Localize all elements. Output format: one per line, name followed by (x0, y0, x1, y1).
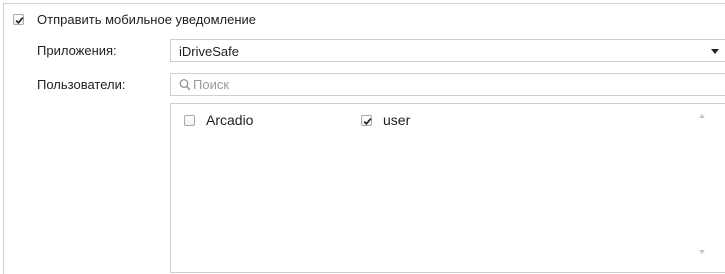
checkmark-icon (15, 17, 24, 24)
applications-dropdown[interactable]: iDriveSafe (170, 39, 725, 62)
users-search-box[interactable] (170, 73, 725, 96)
applications-label: Приложения: (37, 43, 117, 58)
users-list[interactable]: Arcadio user (170, 103, 725, 273)
users-label: Пользователи: (37, 77, 126, 92)
chevron-down-icon[interactable] (711, 49, 719, 54)
scroll-up-icon[interactable] (699, 114, 705, 118)
search-icon (179, 79, 191, 91)
user-arcadio-checkbox[interactable] (184, 115, 195, 126)
scroll-down-icon[interactable] (699, 250, 705, 254)
user-arcadio-label: Arcadio (206, 112, 254, 128)
send-notification-checkbox[interactable] (13, 14, 24, 25)
send-notification-label: Отправить мобильное уведомление (37, 12, 257, 27)
user-user-label: user (383, 112, 411, 128)
applications-selected-value: iDriveSafe (179, 44, 239, 59)
users-search-input[interactable] (193, 76, 693, 93)
user-user-checkbox[interactable] (361, 115, 372, 126)
checkmark-icon (363, 118, 372, 125)
